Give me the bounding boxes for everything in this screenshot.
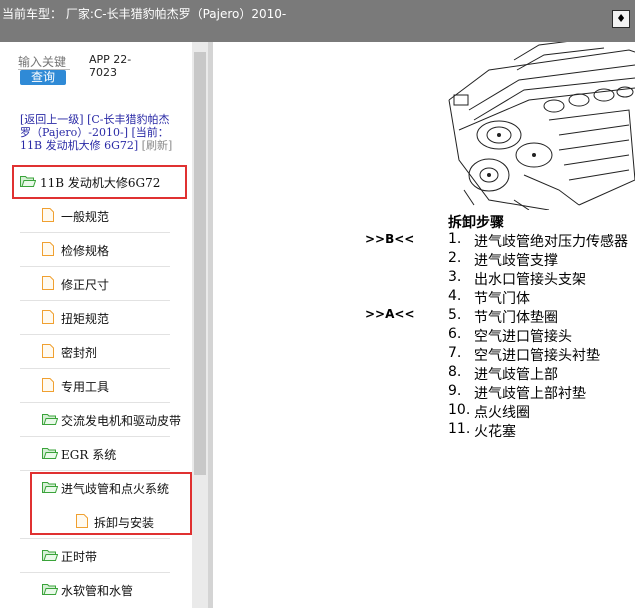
search-button[interactable]: 查询 [20, 70, 66, 85]
tree-item-inspection-spec[interactable]: 检修规格 [40, 236, 190, 262]
breadcrumb: [返回上一级] [C-长丰猎豹帕杰罗（Pajero）-2010-] [当前：11… [20, 113, 180, 152]
refresh-link[interactable]: [刷新] [142, 139, 173, 152]
search-input[interactable] [18, 55, 70, 70]
tree-item-special-tools[interactable]: 专用工具 [40, 372, 190, 398]
document-pane: 拆卸步骤 >>B<< >>A<< 1. 进气歧管绝对压力传感器 2. 进气歧管支… [213, 42, 635, 608]
step-text: 空气进口管接头 [474, 329, 572, 345]
highlight-box [12, 165, 187, 199]
divider [20, 266, 170, 267]
tree-item-label: 一般规范 [61, 210, 110, 224]
marker-a: >>A<< [365, 307, 415, 321]
step-text: 进气歧管绝对压力传感器 [474, 234, 628, 250]
step-text: 点火线圈 [474, 405, 530, 421]
engine-diagram [448, 42, 635, 210]
file-icon [42, 242, 54, 259]
tree-item-water-hose[interactable]: 水软管和水管 [40, 576, 190, 602]
file-icon [42, 276, 54, 293]
step-number: 9. [448, 383, 462, 399]
step-number: 11. [448, 421, 471, 437]
file-icon [42, 378, 54, 395]
tree-item-general-spec[interactable]: 一般规范 [40, 202, 190, 228]
tree-item-timing-belt[interactable]: 正时带 [40, 542, 190, 568]
tree-item-alternator-belt[interactable]: 交流发电机和驱动皮带 [40, 406, 192, 432]
tree-item-label: 正时带 [61, 550, 98, 564]
step-number: 8. [448, 364, 462, 380]
steps-title: 拆卸步骤 [448, 215, 504, 231]
divider [20, 436, 170, 437]
divider [20, 538, 170, 539]
close-button[interactable]: ♦ [612, 10, 630, 28]
scrollbar-thumb[interactable] [194, 52, 206, 475]
file-icon [42, 310, 54, 327]
step-number: 6. [448, 326, 462, 342]
title-bar: 当前车型： 厂家:C-长丰猎豹帕杰罗（Pajero）2010- ♦ [0, 0, 635, 42]
step-number: 3. [448, 269, 462, 285]
tree-item-label: 密封剂 [61, 346, 98, 360]
divider [20, 334, 170, 335]
tree-item-label: 水软管和水管 [61, 584, 134, 598]
divider [20, 300, 170, 301]
file-icon [42, 208, 54, 225]
step-number: 1. [448, 231, 462, 247]
tree-item-label: 专用工具 [61, 380, 110, 394]
step-text: 出水口管接头支架 [474, 272, 586, 288]
divider [20, 402, 170, 403]
tree-item-label: EGR 系统 [61, 448, 117, 462]
step-number: 7. [448, 345, 462, 361]
tree-item-sealant[interactable]: 密封剂 [40, 338, 190, 364]
tree-item-torque-spec[interactable]: 扭矩规范 [40, 304, 190, 330]
highlight-box [30, 472, 192, 535]
marker-b: >>B<< [365, 232, 415, 246]
step-number: 2. [448, 250, 462, 266]
tree-item-label: 检修规格 [61, 244, 110, 258]
sidebar-scrollbar[interactable] [192, 42, 208, 608]
step-text: 火花塞 [474, 424, 516, 440]
step-text: 空气进口管接头衬垫 [474, 348, 600, 364]
folder-open-icon [42, 446, 59, 462]
divider [20, 232, 170, 233]
folder-open-icon [42, 548, 59, 564]
step-text: 节气门体 [474, 291, 530, 307]
tree-item-label: 扭矩规范 [61, 312, 110, 326]
app-id-label: APP 22-7023 [89, 53, 132, 79]
divider [20, 368, 170, 369]
divider [20, 470, 170, 471]
tree-item-label: 修正尺寸 [61, 278, 110, 292]
file-icon [42, 344, 54, 361]
tree-item-correction-size[interactable]: 修正尺寸 [40, 270, 190, 296]
current-model-title: 当前车型： 厂家:C-长丰猎豹帕杰罗（Pajero）2010- [2, 7, 287, 21]
step-number: 4. [448, 288, 462, 304]
folder-open-icon [42, 412, 59, 428]
tree-item-label: 交流发电机和驱动皮带 [61, 414, 182, 428]
folder-open-icon [42, 582, 59, 598]
divider [20, 572, 170, 573]
step-text: 进气歧管上部 [474, 367, 558, 383]
step-text: 进气歧管支撑 [474, 253, 558, 269]
step-number: 10. [448, 402, 471, 418]
step-text: 节气门体垫圈 [474, 310, 558, 326]
step-text: 进气歧管上部衬垫 [474, 386, 586, 402]
step-number: 5. [448, 307, 462, 323]
tree-item-egr-system[interactable]: EGR 系统 [40, 440, 190, 466]
